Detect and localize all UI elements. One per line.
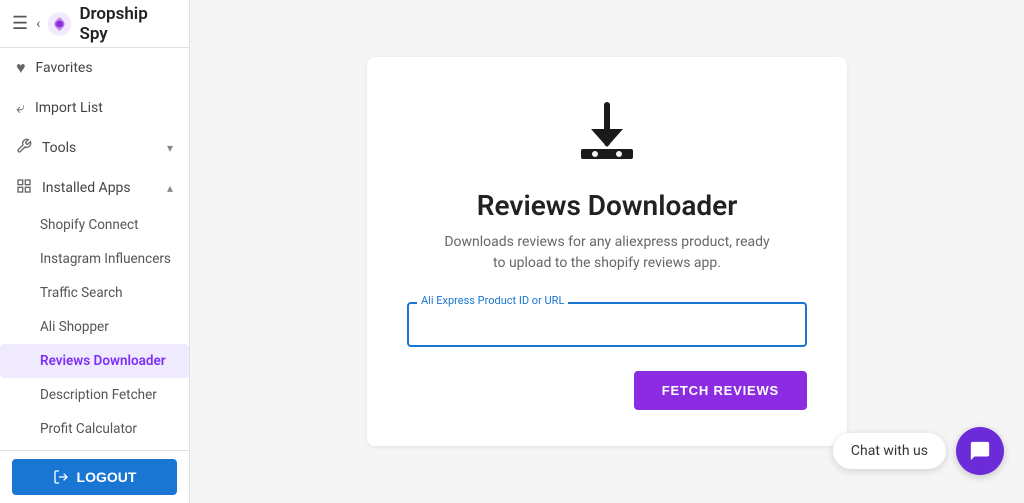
import-icon: ⤶ <box>16 98 25 118</box>
product-id-input[interactable] <box>409 304 805 345</box>
card-title: Reviews Downloader <box>477 189 738 222</box>
fetch-reviews-button[interactable]: FETCH REVIEWS <box>634 371 807 410</box>
sidebar-item-label: Favorites <box>36 60 174 76</box>
card-description: Downloads reviews for any aliexpress pro… <box>437 232 777 274</box>
chevron-up-icon: ▴ <box>167 181 173 195</box>
app-logo-icon <box>46 10 73 38</box>
sidebar-item-installed-apps[interactable]: Installed Apps ▴ <box>0 168 189 208</box>
grid-icon <box>16 178 32 198</box>
sidebar-header: ☰ ‹ Dropship Spy <box>0 0 189 48</box>
sidebar-item-favorites[interactable]: ♥ Favorites <box>0 48 189 88</box>
logout-icon <box>53 469 69 485</box>
sidebar-item-instagram-influencers[interactable]: Instagram Influencers <box>0 242 189 276</box>
tools-icon <box>16 138 32 158</box>
reviews-downloader-card: Reviews Downloader Downloads reviews for… <box>367 57 847 446</box>
product-input-group: Ali Express Product ID or URL <box>407 302 807 347</box>
input-legend: Ali Express Product ID or URL <box>417 294 568 307</box>
sidebar-scroll: ♥ Favorites ⤶ Import List Tools ▾ Instal… <box>0 48 189 450</box>
sidebar-item-traffic-search[interactable]: Traffic Search <box>0 276 189 310</box>
chat-icon <box>969 440 991 462</box>
heart-icon: ♥ <box>16 58 26 78</box>
sidebar-item-description-fetcher[interactable]: Description Fetcher <box>0 378 189 412</box>
hamburger-icon[interactable]: ☰ <box>12 13 28 34</box>
sidebar-item-profit-calculator[interactable]: Profit Calculator <box>0 412 189 446</box>
sidebar-item-label: Tools <box>42 140 167 156</box>
input-fieldset: Ali Express Product ID or URL <box>407 302 807 347</box>
chat-widget: Chat with us <box>833 427 1004 475</box>
sidebar-item-shopify-connect[interactable]: Shopify Connect <box>0 208 189 242</box>
chat-button[interactable] <box>956 427 1004 475</box>
chevron-down-icon: ▾ <box>167 141 173 155</box>
sidebar-item-tools[interactable]: Tools ▾ <box>0 128 189 168</box>
sidebar: ☰ ‹ Dropship Spy ♥ Favorites ⤶ Import Li… <box>0 0 190 503</box>
sidebar-installed-apps-label: Installed Apps <box>42 180 167 196</box>
back-icon[interactable]: ‹ <box>36 16 40 32</box>
sidebar-item-reviews-downloader[interactable]: Reviews Downloader <box>0 344 189 378</box>
sidebar-item-label: Import List <box>35 100 173 116</box>
app-title: Dropship Spy <box>79 4 177 44</box>
chat-label: Chat with us <box>833 433 946 469</box>
sidebar-item-import-list[interactable]: ⤶ Import List <box>0 88 189 128</box>
sidebar-item-ali-shopper[interactable]: Ali Shopper <box>0 310 189 344</box>
logout-button[interactable]: LOGOUT <box>12 459 177 495</box>
main-content: Reviews Downloader Downloads reviews for… <box>190 0 1024 503</box>
sidebar-bottom: LOGOUT <box>0 450 189 503</box>
download-icon <box>571 97 643 173</box>
